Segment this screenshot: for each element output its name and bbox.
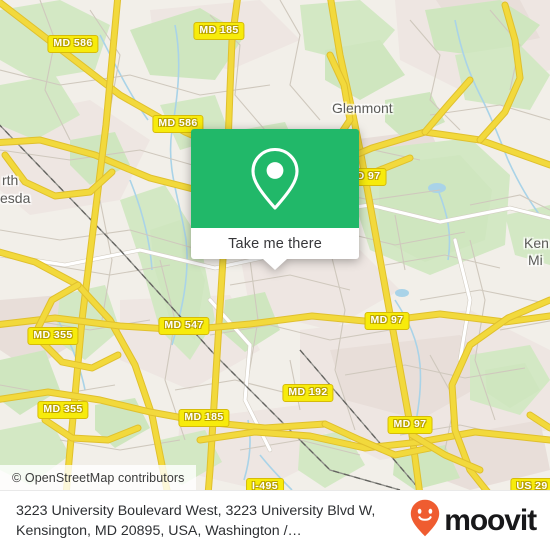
road-shield: US 29 [510,478,550,490]
road-shield: MD 586 [47,35,99,53]
moovit-wordmark: moovit [444,503,537,537]
footer-bar: 3223 University Boulevard West, 3223 Uni… [0,490,550,550]
road-shield: MD 192 [282,384,334,402]
moovit-logo[interactable]: moovit [410,499,537,542]
popup-icon-area [191,129,359,228]
location-popup-card[interactable]: Take me there [191,129,359,270]
map-screen: .grn { fill:#d3e8c4; } .grn2 { fill:#cfe… [0,0,550,550]
road-shield: MD 547 [158,317,210,335]
map-pin-icon [248,146,302,212]
road-shield: MD 97 [364,312,410,330]
osm-attribution-text: © OpenStreetMap contributors [12,470,185,485]
road-shield: MD 185 [178,409,230,427]
road-shield: MD 185 [193,22,245,40]
road-shield: I-495 [246,478,284,490]
place-label-north-bethesda: rth [2,172,19,188]
road-shield: MD 355 [27,327,79,345]
place-label-glenmont: Glenmont [332,100,393,116]
address-label: 3223 University Boulevard West, 3223 Uni… [16,502,376,539]
osm-attribution[interactable]: © OpenStreetMap contributors [0,465,196,490]
place-label-kemp-mill: Ken [524,235,549,251]
road-shield: MD 97 [387,416,433,434]
place-label-kemp-mill: Mi [528,252,543,268]
popup-pointer-tail [263,259,287,270]
take-me-there-button[interactable]: Take me there [228,236,322,252]
road-shield: MD 355 [37,401,89,419]
map-viewport[interactable]: .grn { fill:#d3e8c4; } .grn2 { fill:#cfe… [0,0,550,490]
place-label-north-bethesda: esda [0,190,31,206]
popup-cta-area[interactable]: Take me there [191,228,359,259]
moovit-smiley-pin-icon [410,499,440,542]
